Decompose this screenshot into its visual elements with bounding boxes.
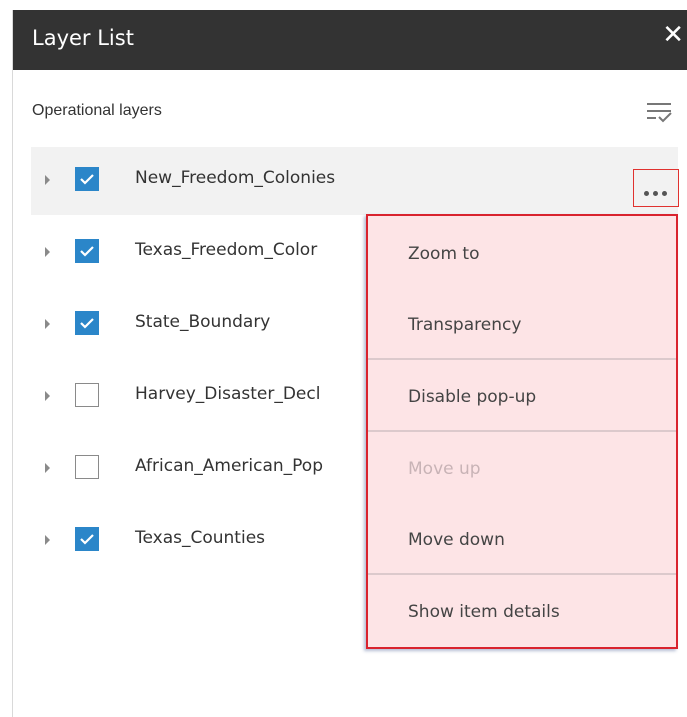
- menu-divider: [368, 430, 676, 432]
- close-icon[interactable]: ✕: [662, 20, 684, 50]
- ellipsis-icon: [653, 191, 658, 196]
- panel-title: Layer List: [32, 26, 134, 50]
- expand-arrow-icon[interactable]: [45, 175, 50, 185]
- layer-list-panel: Layer List ✕ Operational layers New_Free…: [12, 10, 687, 717]
- ellipsis-icon: [644, 191, 649, 196]
- checkmark-icon: [80, 534, 94, 545]
- layer-options-button[interactable]: [633, 169, 679, 207]
- layer-name: New_Freedom_Colonies: [135, 168, 336, 188]
- layer-visibility-checkbox[interactable]: [75, 383, 99, 407]
- layer-name: Texas_Counties: [135, 528, 266, 548]
- layer-name: Harvey_Disaster_Decl: [135, 384, 321, 404]
- menu-divider: [368, 358, 676, 360]
- expand-arrow-icon[interactable]: [45, 391, 50, 401]
- layer-visibility-checkbox[interactable]: [75, 455, 99, 479]
- layer-name: Texas_Freedom_Color: [135, 240, 318, 260]
- layer-visibility-checkbox[interactable]: [75, 167, 99, 191]
- menu-divider: [368, 573, 676, 575]
- layer-name: African_American_Pop: [135, 456, 323, 476]
- filter-list-icon[interactable]: [641, 94, 677, 130]
- menu-item-disable-popup[interactable]: Disable pop-up: [408, 387, 536, 407]
- expand-arrow-icon[interactable]: [45, 463, 50, 473]
- menu-item-transparency[interactable]: Transparency: [408, 315, 521, 335]
- operational-layers-heading: Operational layers: [32, 102, 162, 119]
- layer-name: State_Boundary: [135, 312, 271, 332]
- menu-item-zoom-to[interactable]: Zoom to: [408, 244, 479, 264]
- ellipsis-icon: [662, 191, 667, 196]
- checkmark-icon: [80, 318, 94, 329]
- menu-item-show-item-details[interactable]: Show item details: [408, 602, 560, 622]
- layer-visibility-checkbox[interactable]: [75, 527, 99, 551]
- expand-arrow-icon[interactable]: [45, 247, 50, 257]
- layer-context-menu: Zoom to Transparency Disable pop-up Move…: [366, 214, 678, 649]
- menu-item-move-up: Move up: [408, 459, 481, 479]
- layer-row[interactable]: New_Freedom_Colonies: [31, 147, 678, 215]
- expand-arrow-icon[interactable]: [45, 535, 50, 545]
- layer-visibility-checkbox[interactable]: [75, 239, 99, 263]
- checkmark-icon: [80, 246, 94, 257]
- layer-visibility-checkbox[interactable]: [75, 311, 99, 335]
- checkmark-icon: [80, 174, 94, 185]
- panel-titlebar: Layer List ✕: [13, 10, 687, 70]
- menu-item-move-down[interactable]: Move down: [408, 530, 505, 550]
- expand-arrow-icon[interactable]: [45, 319, 50, 329]
